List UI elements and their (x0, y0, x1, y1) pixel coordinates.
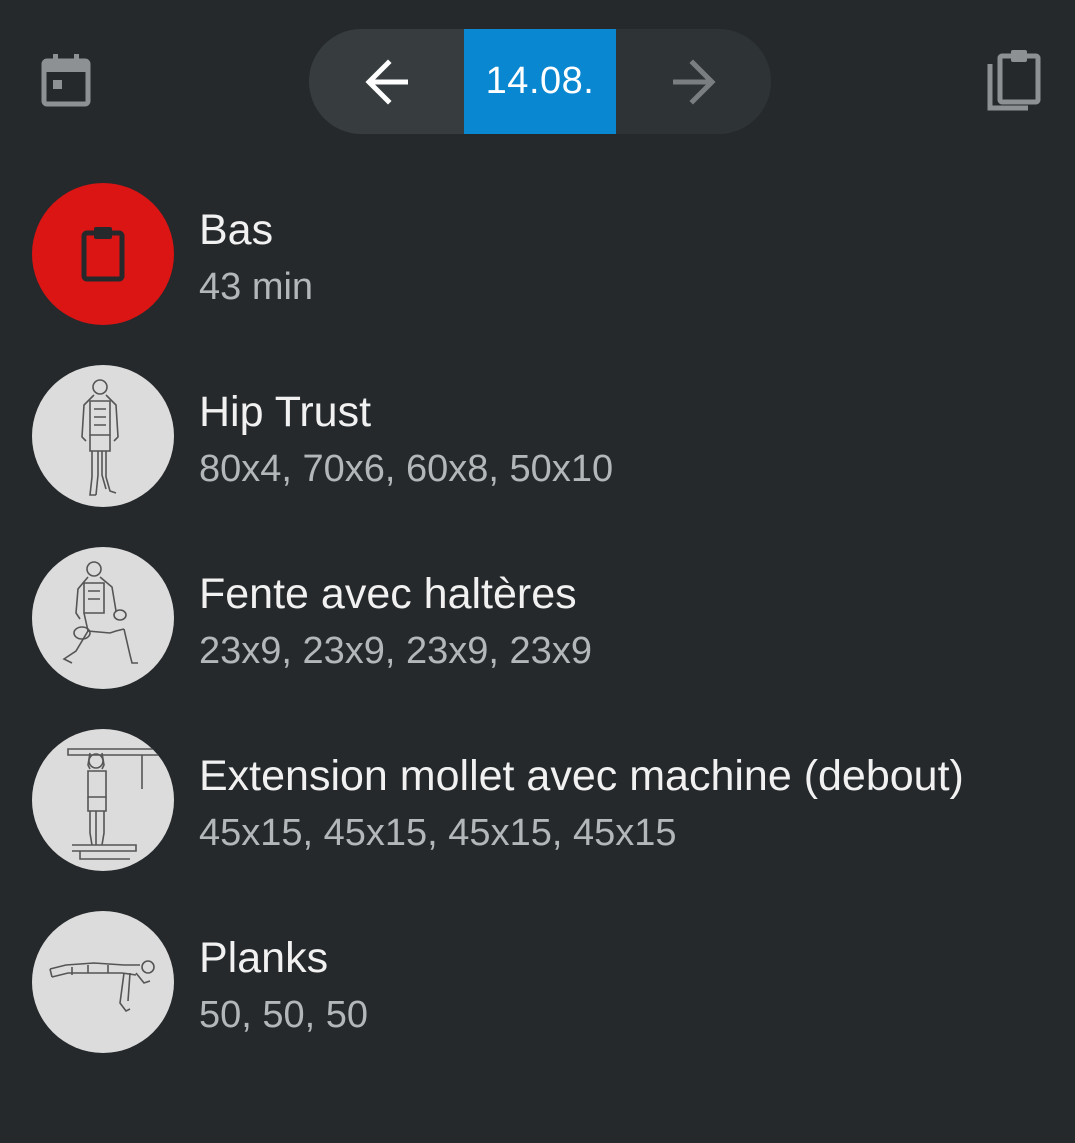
item-title: Extension mollet avec machine (debout) (199, 752, 964, 800)
current-date[interactable]: 14.08. (464, 29, 616, 134)
calendar-button[interactable] (30, 44, 102, 116)
arrow-right-icon (672, 58, 716, 105)
list-item[interactable]: Bas 43 min (0, 182, 1075, 364)
exercise-avatar (32, 547, 174, 689)
workout-day-screen: 14.08. Bas 43 min Hip Trust 80x4, 70x6, … (0, 0, 1075, 1143)
item-text: Extension mollet avec machine (debout) 4… (199, 748, 1059, 861)
item-text: Hip Trust 80x4, 70x6, 60x8, 50x10 (199, 384, 1059, 497)
item-text: Bas 43 min (199, 202, 1059, 315)
item-title: Hip Trust (199, 388, 372, 436)
item-text: Fente avec haltères 23x9, 23x9, 23x9, 23… (199, 566, 1059, 679)
exercise-avatar (32, 365, 174, 507)
item-subtitle: 50, 50, 50 (199, 994, 369, 1036)
exercise-list: Bas 43 min Hip Trust 80x4, 70x6, 60x8, 5… (0, 182, 1075, 1092)
calendar-icon (41, 54, 91, 107)
lunge-figure-icon (62, 561, 138, 664)
standing-figure-icon (81, 379, 119, 496)
plank-figure-icon (49, 960, 155, 1013)
previous-day-button[interactable] (309, 29, 464, 134)
exercise-avatar (32, 729, 174, 871)
copy-workout-button[interactable] (974, 40, 1054, 120)
list-item[interactable]: Planks 50, 50, 50 (0, 910, 1075, 1092)
list-item[interactable]: Hip Trust 80x4, 70x6, 60x8, 50x10 (0, 364, 1075, 546)
item-subtitle: 43 min (199, 266, 314, 308)
top-bar: 14.08. (0, 0, 1075, 165)
item-title: Planks (199, 934, 329, 982)
date-navigator: 14.08. (309, 29, 771, 134)
item-title: Fente avec haltères (199, 570, 577, 618)
list-item[interactable]: Extension mollet avec machine (debout) 4… (0, 728, 1075, 910)
exercise-avatar (32, 911, 174, 1053)
item-title: Bas (199, 206, 274, 254)
list-item[interactable]: Fente avec haltères 23x9, 23x9, 23x9, 23… (0, 546, 1075, 728)
item-subtitle: 23x9, 23x9, 23x9, 23x9 (199, 630, 592, 672)
item-text: Planks 50, 50, 50 (199, 930, 1059, 1043)
clipboard-copy-icon (987, 50, 1041, 111)
calf-raise-figure-icon (67, 748, 163, 860)
item-subtitle: 45x15, 45x15, 45x15, 45x15 (199, 812, 677, 854)
item-subtitle: 80x4, 70x6, 60x8, 50x10 (199, 448, 614, 490)
next-day-button[interactable] (616, 29, 771, 134)
session-avatar (32, 183, 174, 325)
arrow-left-icon (364, 58, 408, 105)
clipboard-icon (81, 227, 125, 282)
